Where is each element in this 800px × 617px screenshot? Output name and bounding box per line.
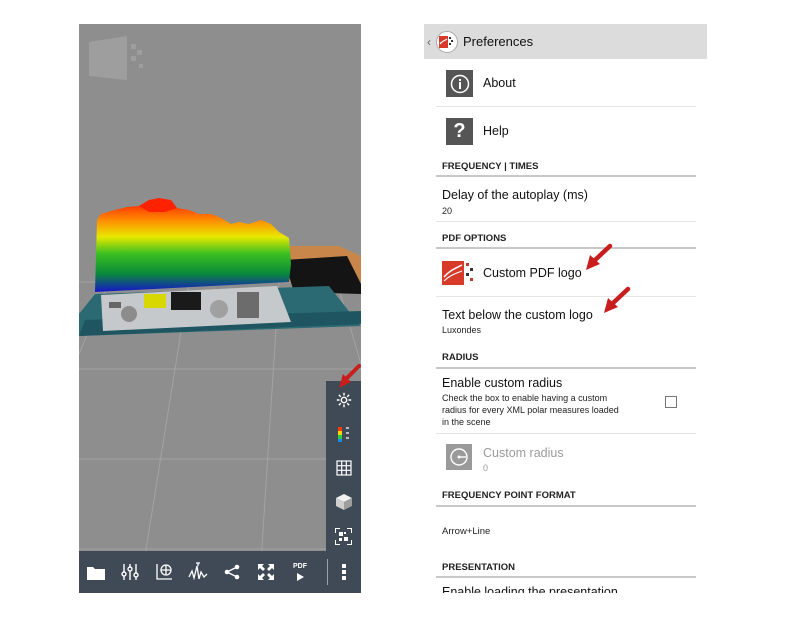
app-bar: ‹ Preferences [424,24,707,59]
app-logo-icon[interactable] [436,30,458,53]
pref-custom-radius[interactable]: Custom radius 0 [436,435,696,483]
annotation-arrow-pdf-logo [586,243,613,270]
watermark-logo [89,36,143,80]
preferences-screen: ‹ Preferences About ? Help FREQUENCY | T… [424,24,707,593]
pref-autoplay-delay[interactable]: Delay of the autoplay (ms) 20 [436,177,696,222]
pref-enable-custom-radius[interactable]: Enable custom radius Check the box to en… [436,369,696,434]
back-chevron-icon[interactable]: ‹ [427,35,435,49]
radius-dial-icon [446,444,472,470]
bottom-toolbar: PDF [79,551,361,593]
grid-icon[interactable] [326,451,361,485]
waveform-icon[interactable] [183,551,213,593]
custom-radius-checkbox[interactable] [665,396,677,408]
pref-about[interactable]: About [436,60,696,107]
equalizer-icon[interactable] [115,551,145,593]
enable-custom-radius-summary-line: in the scene [442,417,491,427]
enable-presentation-title: Enable loading the presentation [442,585,618,593]
page-title: Preferences [463,34,534,49]
color-scale-icon[interactable] [326,417,361,451]
category-frequency-times: FREQUENCY | TIMES [442,161,539,172]
category-presentation: PRESENTATION [442,562,516,573]
pref-help[interactable]: ? Help [436,108,696,156]
category-frequency-point-format: FREQUENCY POINT FORMAT [442,490,576,501]
toolbar-separator [327,559,328,585]
question-icon: ? [446,118,473,145]
custom-radius-title: Custom radius [483,446,564,460]
folder-icon[interactable] [81,551,111,593]
category-pdf-options: PDF OPTIONS [442,233,507,244]
enable-custom-radius-title: Enable custom radius [442,376,563,390]
polar-axis-icon[interactable] [149,551,179,593]
custom-pdf-logo-title: Custom PDF logo [483,266,582,280]
share-icon[interactable] [217,551,247,593]
pref-custom-pdf-logo[interactable]: Custom PDF logo [436,249,696,297]
pdf-label: PDF [293,563,307,570]
info-icon [446,70,473,97]
overflow-menu-icon[interactable] [329,551,359,593]
annotation-arrow-text-logo [604,286,631,313]
help-label: Help [483,124,509,138]
custom-logo-icon [442,261,473,285]
category-radius: RADIUS [442,352,479,363]
cube-view-icon[interactable] [326,485,361,519]
pref-enable-presentation[interactable]: Enable loading the presentation [436,578,696,593]
qr-code-icon[interactable] [326,519,361,553]
pdf-play-icon[interactable]: PDF [285,551,315,593]
fullscreen-icon[interactable] [251,551,281,593]
side-toolbar [326,381,361,551]
enable-custom-radius-summary-line: radius for every XML polar measures load… [442,405,619,415]
frequency-point-value: Arrow+Line [442,526,491,537]
autoplay-delay-value: 20 [442,206,453,216]
text-below-logo-title: Text below the custom logo [442,308,593,322]
heatmap-surface [95,200,291,292]
viewer-screen[interactable]: PDF [79,24,361,593]
annotation-arrow-gear [339,364,361,388]
pref-text-below-logo[interactable]: Text below the custom logo Luxondes [436,298,696,343]
text-below-logo-value: Luxondes [442,325,482,335]
screenshot-canvas: PDF ‹ Preferences About ? Help FREQUENCY… [0,0,800,617]
about-label: About [483,76,516,90]
3d-scene[interactable] [79,24,361,593]
autoplay-delay-title: Delay of the autoplay (ms) [442,188,588,202]
pref-frequency-point-format[interactable]: Arrow+Line [436,507,696,555]
enable-custom-radius-summary-line: Check the box to enable having a custom [442,393,608,403]
custom-radius-value: 0 [483,463,489,473]
